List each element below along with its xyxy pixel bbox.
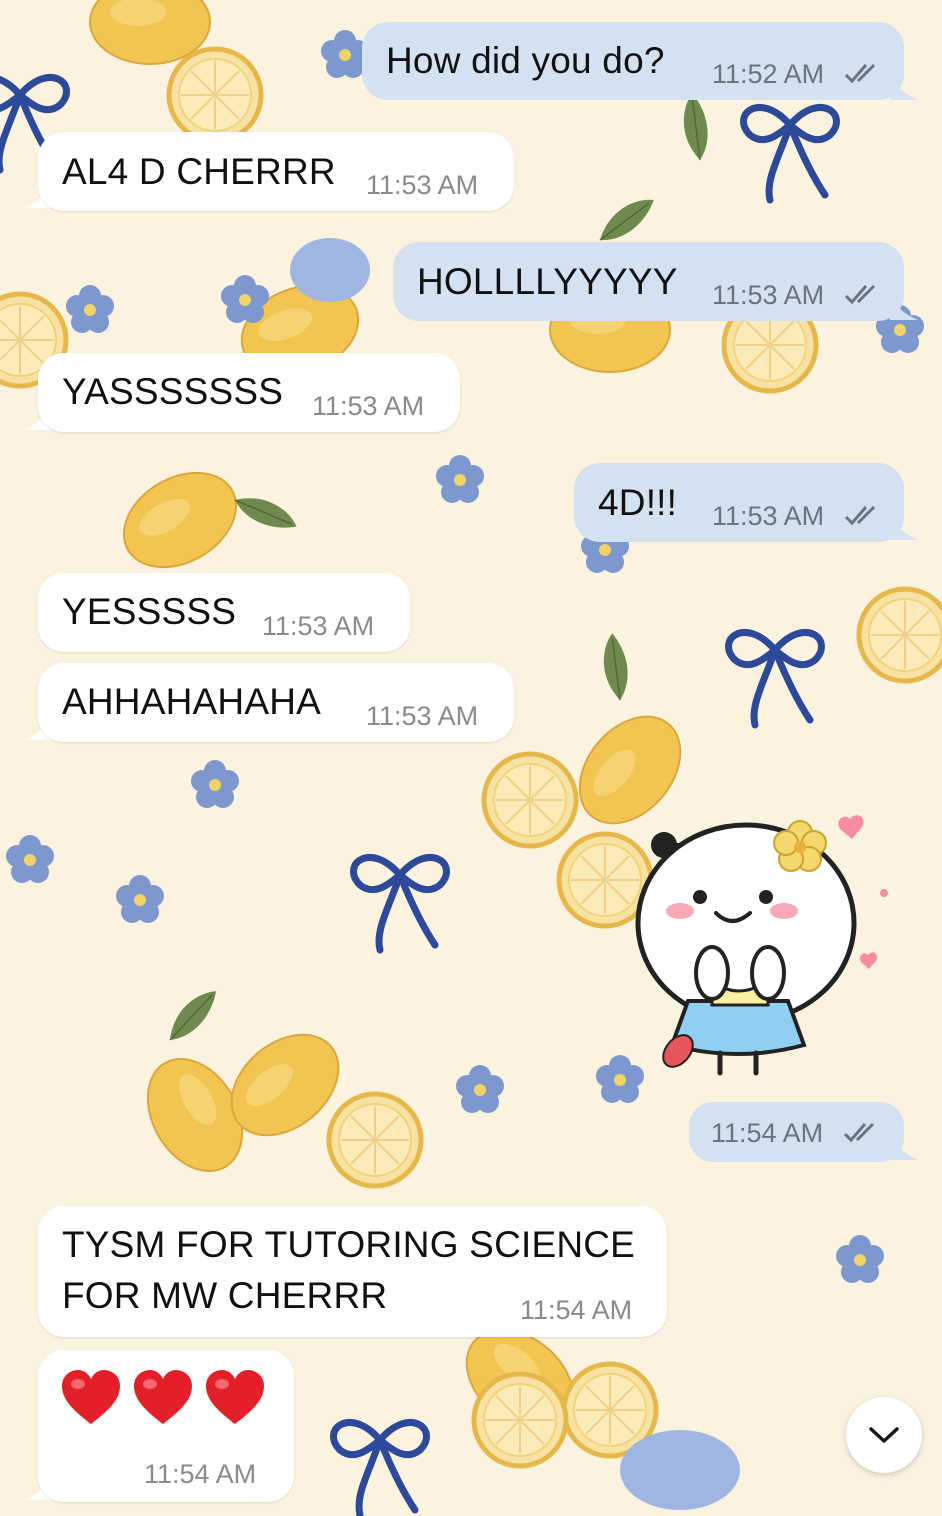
message-time: 11:53 AM (262, 611, 375, 641)
red-heart-icon (134, 1370, 192, 1424)
incoming-message[interactable]: TYSM FOR TUTORING SCIENCE FOR MW CHERRR … (38, 1206, 667, 1337)
message-text: AHHAHAHAHA (62, 681, 321, 722)
incoming-message[interactable]: YASSSSSSS 11:53 AM (38, 353, 460, 432)
message-text: YESSSSS (62, 591, 237, 632)
outgoing-message[interactable]: HOLLLLYYYYY 11:53 AM (393, 242, 904, 321)
message-time: 11:54 AM (144, 1459, 257, 1489)
message-text: How did you do? (386, 40, 665, 81)
red-heart-icon (62, 1370, 120, 1424)
double-check-icon (843, 1122, 875, 1143)
message-time: 11:54 AM (520, 1295, 633, 1325)
incoming-message[interactable]: YESSSSS 11:53 AM (38, 573, 410, 652)
incoming-message[interactable]: AHHAHAHAHA 11:53 AM (38, 663, 514, 742)
message-text: HOLLLLYYYYY (417, 261, 678, 302)
message-text-line: TYSM FOR TUTORING SCIENCE (62, 1224, 636, 1265)
message-time: 11:53 AM (712, 280, 825, 310)
message-time: 11:52 AM (712, 59, 825, 89)
message-time: 11:54 AM (711, 1118, 824, 1148)
double-check-icon (844, 284, 876, 305)
smiling-mochi-girl-sticker[interactable] (628, 805, 898, 1085)
double-check-icon (844, 505, 876, 526)
message-text: YASSSSSSS (62, 371, 284, 412)
red-heart-icon (206, 1370, 264, 1424)
incoming-message[interactable]: AL4 D CHERRR 11:53 AM (38, 132, 514, 211)
double-check-icon (844, 63, 876, 84)
message-time: 11:53 AM (312, 391, 425, 421)
incoming-message[interactable]: 11:54 AM (38, 1350, 294, 1502)
scroll-down-button[interactable] (846, 1397, 922, 1473)
message-time: 11:53 AM (366, 170, 479, 200)
outgoing-message[interactable]: How did you do? 11:52 AM (362, 22, 904, 100)
outgoing-message[interactable]: 4D!!! 11:53 AM (574, 463, 904, 542)
chevron-down-icon (869, 1427, 899, 1443)
message-text: 4D!!! (598, 482, 678, 523)
message-time: 11:53 AM (366, 701, 479, 731)
message-text-line: FOR MW CHERRR (62, 1275, 388, 1316)
message-time: 11:53 AM (712, 501, 825, 531)
sticker-time-pill: 11:54 AM (689, 1102, 904, 1162)
message-text: AL4 D CHERRR (62, 151, 336, 192)
